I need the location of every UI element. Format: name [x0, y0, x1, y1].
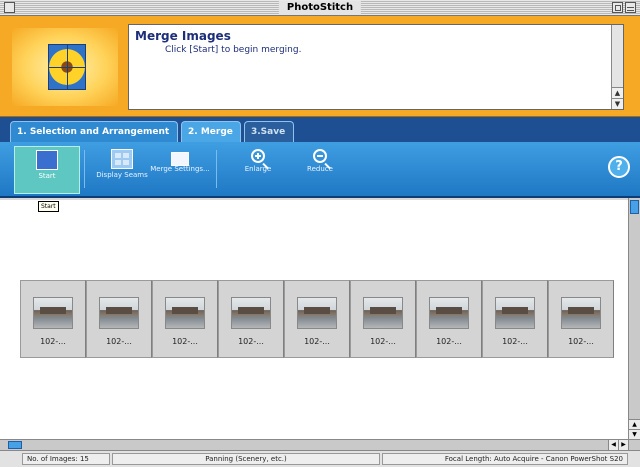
step-title: Merge Images	[135, 29, 231, 43]
instruction-panel: Merge Images Click [Start] to begin merg…	[0, 16, 640, 117]
thumbnail-item[interactable]: 102-...	[20, 280, 86, 358]
instruction-scrollbar[interactable]: ▲ ▼	[611, 25, 623, 109]
vertical-scrollbar[interactable]: ▲ ▼	[628, 198, 640, 439]
photo-thumbnail	[165, 297, 205, 329]
enlarge-button[interactable]: Enlarge	[226, 146, 290, 192]
photo-thumbnail	[297, 297, 337, 329]
photo-thumbnail	[231, 297, 271, 329]
image-strip-area[interactable]: 102-... 102-... 102-... 102-... 102-... …	[0, 200, 628, 439]
toolbar-separator	[84, 150, 85, 188]
merge-mode-status: Panning (Scenery, etc.)	[112, 453, 380, 465]
thumbnail-item[interactable]: 102-...	[86, 280, 152, 358]
settings-window-icon	[171, 152, 189, 166]
thumbnail-strip: 102-... 102-... 102-... 102-... 102-... …	[20, 280, 620, 358]
close-box-icon[interactable]	[4, 2, 15, 13]
thumbnail-item[interactable]: 102-...	[218, 280, 284, 358]
help-button[interactable]: ?	[608, 156, 630, 178]
display-seams-button[interactable]: Display Seams	[90, 146, 154, 192]
scroll-right-icon[interactable]: ▶	[618, 440, 628, 450]
merge-settings-button[interactable]: Merge Settings...	[148, 146, 212, 192]
scroll-down-icon[interactable]: ▼	[612, 98, 623, 109]
horizontal-scrollbar[interactable]: ◀ ▶	[0, 439, 628, 450]
photo-thumbnail	[495, 297, 535, 329]
photo-thumbnail	[33, 297, 73, 329]
zoom-in-icon	[251, 149, 265, 163]
toolbar: Start Display Seams Merge Settings... En…	[0, 142, 640, 198]
collapse-box-icon[interactable]	[625, 2, 636, 13]
instruction-box: Merge Images Click [Start] to begin merg…	[128, 24, 624, 110]
photo-thumbnail	[561, 297, 601, 329]
photo-thumbnail	[363, 297, 403, 329]
window-title: PhotoStitch	[278, 1, 362, 15]
scroll-left-icon[interactable]: ◀	[608, 440, 618, 450]
window-title-bar[interactable]: PhotoStitch	[0, 0, 640, 16]
tab-merge[interactable]: 2. Merge	[181, 121, 241, 142]
photo-thumbnail	[99, 297, 139, 329]
step-instruction: Click [Start] to begin merging.	[165, 45, 302, 55]
thumbnail-item[interactable]: 102-...	[152, 280, 218, 358]
merge-start-icon	[36, 150, 58, 170]
reduce-button[interactable]: Reduce	[288, 146, 352, 192]
scroll-up-icon[interactable]: ▲	[612, 87, 623, 98]
thumbnail-item[interactable]: 102-...	[350, 280, 416, 358]
tab-selection-arrangement[interactable]: 1. Selection and Arrangement	[10, 121, 178, 142]
toolbar-separator	[216, 150, 217, 188]
thumbnail-item[interactable]: 102-...	[284, 280, 350, 358]
scroll-down-icon[interactable]: ▼	[629, 429, 640, 439]
scroll-up-icon[interactable]: ▲	[629, 419, 640, 429]
seams-grid-icon	[111, 149, 133, 169]
vertical-scroll-thumb[interactable]	[630, 200, 639, 214]
photo-thumbnail	[429, 297, 469, 329]
thumbnail-item[interactable]: 102-...	[482, 280, 548, 358]
logo-frame	[12, 28, 118, 106]
start-tooltip: Start	[38, 201, 59, 212]
start-button[interactable]: Start	[14, 146, 80, 194]
focal-length-status: Focal Length: Auto Acquire - Canon Power…	[382, 453, 628, 465]
photostitch-logo-icon	[48, 44, 86, 90]
zoom-box-icon[interactable]	[612, 2, 623, 13]
tab-save[interactable]: 3.Save	[244, 121, 294, 142]
step-tabs: 1. Selection and Arrangement 2. Merge 3.…	[0, 117, 640, 142]
thumbnail-item[interactable]: 102-...	[416, 280, 482, 358]
thumbnail-item[interactable]: 102-...	[548, 280, 614, 358]
zoom-out-icon	[313, 149, 327, 163]
horizontal-scroll-thumb[interactable]	[8, 441, 22, 449]
resize-corner[interactable]	[628, 439, 640, 450]
status-bar: No. of Images: 15 Panning (Scenery, etc.…	[0, 450, 640, 467]
image-count-status: No. of Images: 15	[22, 453, 110, 465]
